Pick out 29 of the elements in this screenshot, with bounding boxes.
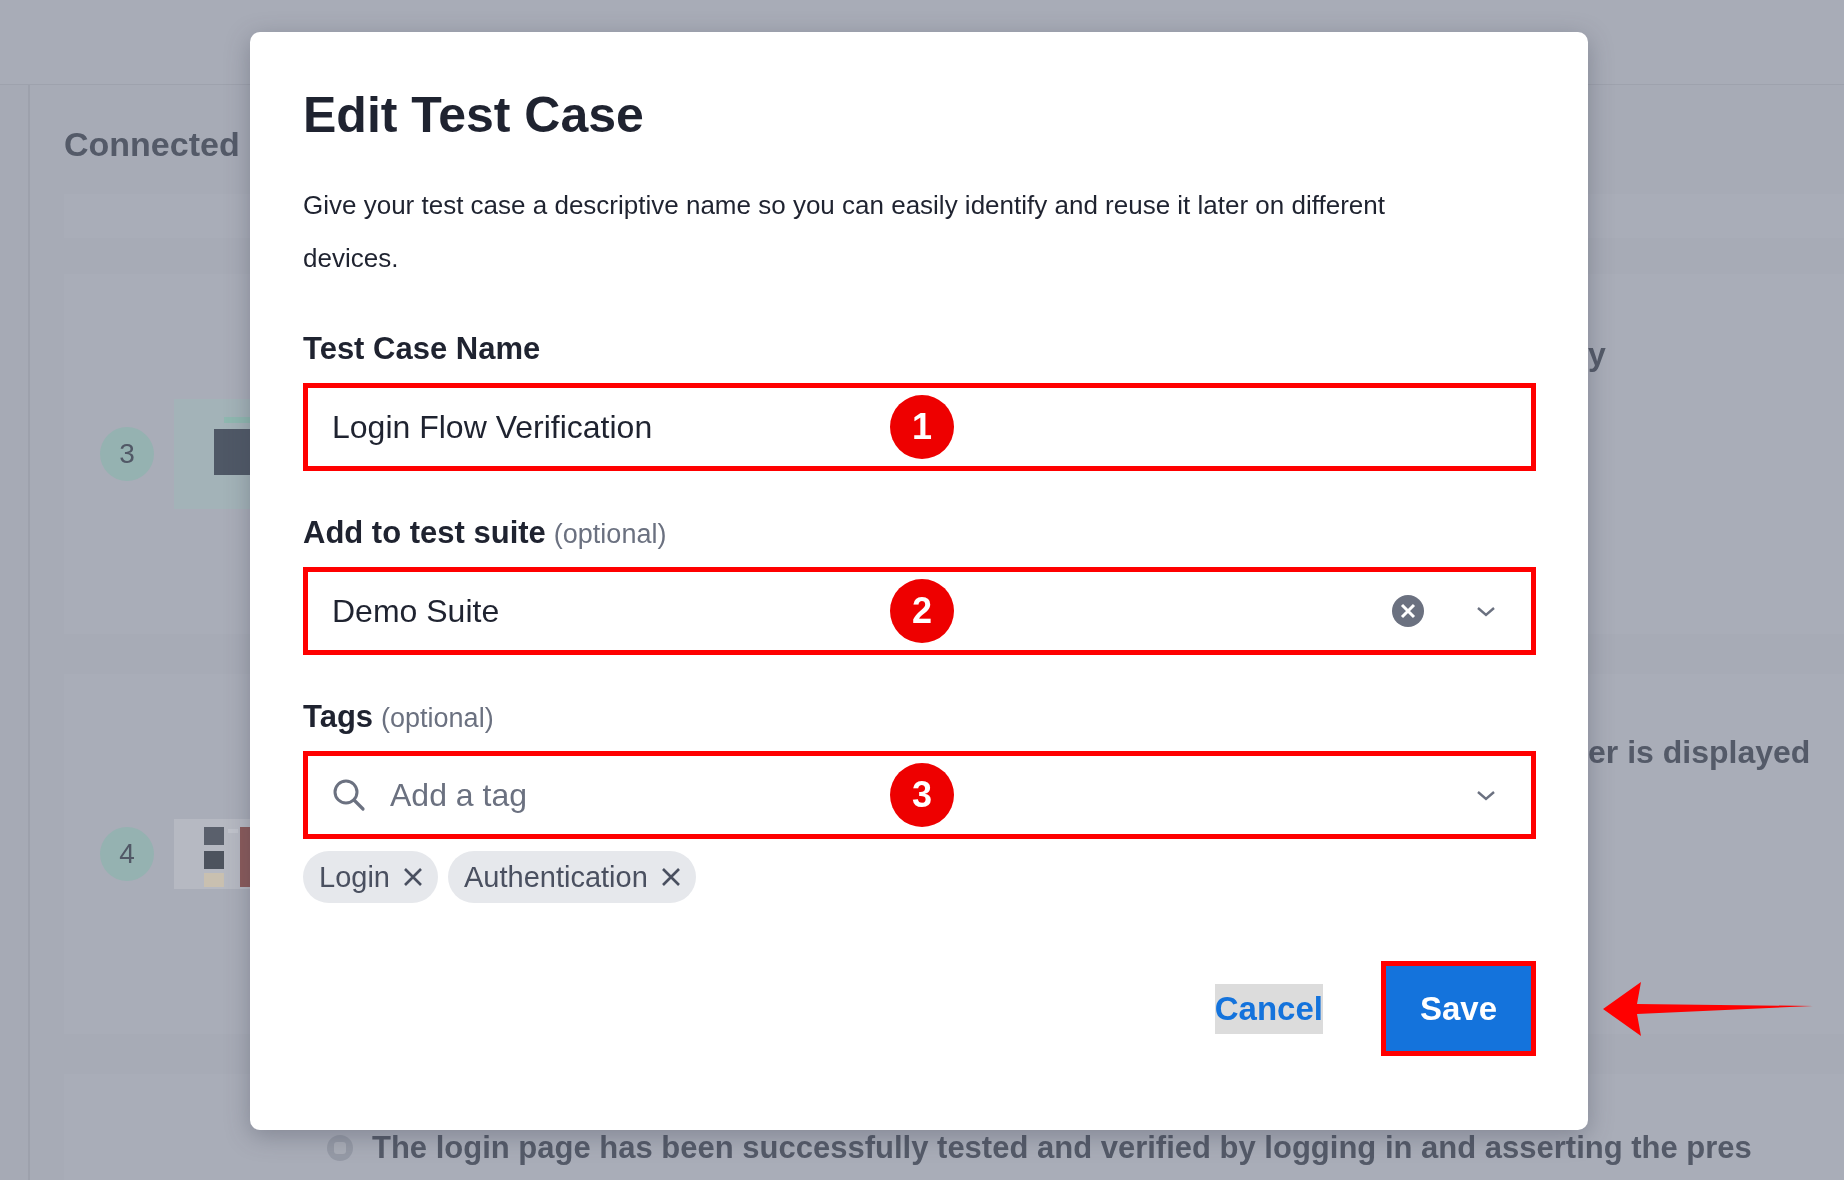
input-field[interactable]: Login Flow Verification 1 bbox=[303, 383, 1536, 471]
optional-hint: (optional) bbox=[553, 519, 667, 550]
dialog-title: Edit Test Case bbox=[303, 88, 645, 143]
number-marker: 1 bbox=[890, 395, 954, 459]
result-text: The login page has been successfully tested and verified by logging in and asserting the pres bbox=[372, 1130, 1752, 1166]
step-number: 3 bbox=[100, 427, 154, 481]
field-label: Tags bbox=[303, 699, 374, 735]
page-heading: Connected bbox=[64, 125, 240, 164]
select-field[interactable]: Demo Suite 2 bbox=[303, 567, 1536, 655]
dialog-description: Give your test case a descriptive name so you can easily identify and reuse it later on different devices. bbox=[303, 189, 1386, 275]
field-label: Test Case Name bbox=[303, 331, 541, 367]
tag-label: Login bbox=[319, 860, 390, 894]
clear-icon[interactable] bbox=[1391, 594, 1425, 628]
save-button[interactable]: Save bbox=[1381, 961, 1536, 1056]
step-number: 4 bbox=[100, 827, 154, 881]
step-description: y bbox=[1588, 336, 1607, 373]
number-marker: 2 bbox=[890, 579, 954, 643]
number-marker: 3 bbox=[890, 763, 954, 827]
step-description: er is displayed bbox=[1588, 734, 1812, 771]
status-icon bbox=[326, 1134, 354, 1162]
optional-hint: (optional) bbox=[381, 703, 494, 734]
remove-icon[interactable] bbox=[659, 866, 682, 888]
chevron-down-icon[interactable] bbox=[1475, 604, 1497, 618]
remove-icon[interactable] bbox=[401, 866, 424, 888]
chevron-down-icon[interactable] bbox=[1475, 788, 1497, 802]
search-icon bbox=[332, 778, 366, 812]
field-label: Add to test suite bbox=[303, 515, 546, 551]
tag-label: Authentication bbox=[463, 860, 648, 894]
tag-search-field[interactable]: Add a tag 3 bbox=[303, 751, 1536, 839]
